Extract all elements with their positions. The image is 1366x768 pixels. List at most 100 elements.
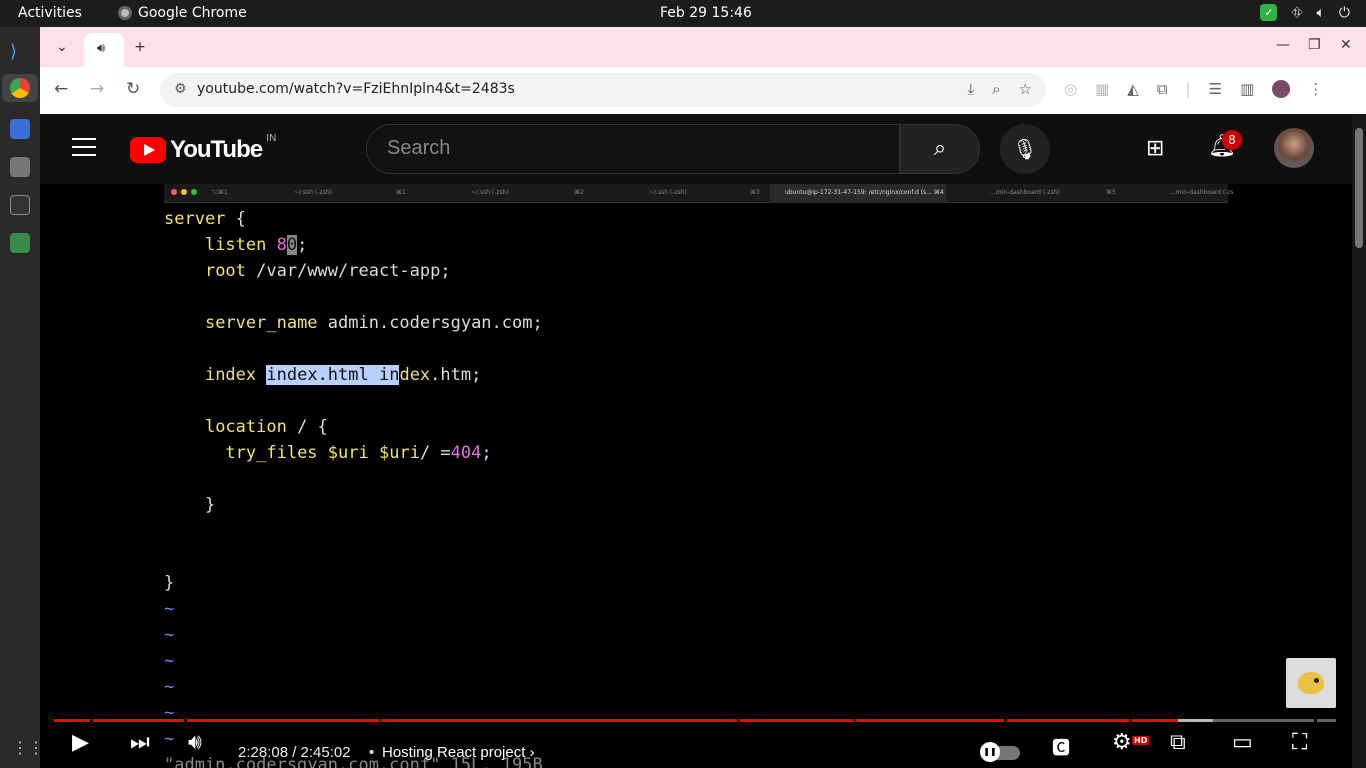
media-control-icon[interactable]: ☰ — [1209, 80, 1222, 98]
code-token: dex. — [399, 365, 441, 385]
extensions-puzzle-icon[interactable]: ⧉ — [1157, 80, 1168, 98]
code-token: ; — [481, 443, 492, 463]
microphone-icon: 🎙︎ — [1012, 137, 1038, 161]
next-video-icon[interactable]: ⏭ — [130, 730, 150, 755]
code-token: admin.codersgyan.com; — [317, 313, 543, 333]
chrome-dock-icon[interactable] — [10, 78, 30, 98]
forward-icon[interactable]: → — [90, 79, 104, 99]
minimize-dot — [181, 189, 187, 195]
back-icon[interactable]: ← — [54, 79, 68, 99]
bookmark-star-icon[interactable]: ☆ — [1019, 80, 1032, 98]
restore-icon[interactable]: ❐ — [1308, 37, 1321, 53]
account-avatar[interactable] — [1274, 128, 1314, 168]
chapter-marker — [1314, 719, 1317, 722]
app-menu[interactable]: Google Chrome — [118, 5, 247, 21]
notification-count-badge: 8 — [1222, 130, 1242, 150]
tab-search-chevron-icon[interactable]: ⌄ — [48, 35, 76, 59]
code-token: ; — [297, 235, 308, 255]
code-token: $uri — [379, 443, 420, 463]
install-app-icon[interactable]: ⤓ — [968, 80, 975, 98]
terminal-tab: ⌥⌘1 — [211, 189, 228, 196]
clock[interactable]: Feb 29 15:46 — [660, 5, 752, 21]
hamburger-menu-icon[interactable] — [72, 138, 96, 156]
chapter-marker — [1129, 719, 1132, 722]
code-token: / = — [419, 443, 451, 463]
code-token: root — [204, 261, 246, 281]
side-panel-icon[interactable]: ▥ — [1240, 80, 1254, 98]
search-input[interactable] — [387, 137, 867, 160]
code-token: 8 — [276, 235, 287, 255]
profile-avatar-icon[interactable] — [1272, 80, 1291, 98]
trash-icon[interactable] — [10, 233, 30, 253]
chrome-menu-icon[interactable]: ⋮ — [1308, 80, 1323, 98]
chapter-marker — [90, 719, 93, 722]
url-text[interactable]: youtube.com/watch?v=FziEhnIpln4&t=2483s — [197, 81, 515, 97]
youtube-wordmark: YouTube — [170, 136, 263, 163]
zoom-icon[interactable]: ⌕ — [992, 80, 1000, 98]
terminal-tab: ~/.ssh (-zsh) — [649, 189, 687, 196]
volume-button-icon[interactable]: 🔊︎ — [188, 730, 202, 755]
chrome-toolbar: ← → ↻ ⚙ youtube.com/watch?v=FziEhnIpln4&… — [40, 67, 1366, 114]
chrome-icon — [118, 6, 132, 20]
terminal-tab: ⌘1 — [396, 189, 406, 196]
reload-icon[interactable]: ↻ — [126, 79, 140, 99]
youtube-logo[interactable]: YouTube IN — [130, 133, 277, 164]
create-video-icon[interactable]: ⊞ — [1146, 136, 1164, 161]
terminal-tab-active: ubuntu@ip-172-31-47-159: /etc/nginx/conf… — [785, 189, 944, 196]
activities-button[interactable]: Activities — [18, 5, 82, 21]
security-shield-icon[interactable]: ✓ — [1260, 4, 1278, 21]
extensions-area: ◎ ▦ ◭ ⧉ | ☰ ▥ ⋮ — [1064, 80, 1324, 98]
autoplay-toggle[interactable] — [980, 742, 1020, 762]
chapter-title-button[interactable]: Hosting React project › — [382, 744, 535, 761]
extension-icon-2[interactable]: ▦ — [1095, 80, 1109, 98]
voice-search-button[interactable]: 🎙︎ — [1000, 124, 1050, 174]
vscode-icon[interactable]: ⟩ — [10, 41, 30, 62]
system-top-bar: Activities Google Chrome Feb 29 15:46 ✓ … — [0, 0, 1366, 27]
terminal-tab: ⌘5 — [1106, 189, 1116, 196]
extension-icon-3[interactable]: ◭ — [1127, 80, 1139, 98]
fullscreen-icon[interactable]: ⛶ — [1292, 730, 1307, 755]
extension-icon-1[interactable]: ◎ — [1064, 80, 1077, 98]
files-icon[interactable] — [10, 157, 30, 177]
video-player[interactable]: ⌥⌘1 ~/.ssh (-zsh) ⌘1 ~/.ssh (-zsh) ⌘2 ~/… — [40, 184, 1352, 768]
search-box[interactable] — [366, 124, 900, 174]
terminal-tab: ~/.ssh (-zsh) — [471, 189, 509, 196]
vim-empty-line: ~ — [164, 677, 175, 697]
chrome-tab-strip: ⌄ 🔊︎ + — ❐ ✕ — [40, 27, 1366, 67]
terminal-tab: ⌘2 — [574, 189, 584, 196]
close-window-icon[interactable]: ✕ — [1340, 37, 1352, 53]
miniplayer-icon[interactable]: ⧉ — [1170, 730, 1186, 755]
page-scrollbar[interactable] — [1352, 114, 1366, 768]
text-editor-icon[interactable] — [10, 119, 30, 139]
vim-empty-line: ~ — [164, 625, 175, 645]
code-token: /var/www/react-app; — [245, 261, 451, 281]
network-icon: ⛗ — [1291, 4, 1303, 21]
terminal-tab: ~/.ssh (-zsh) — [294, 189, 332, 196]
chapter-marker — [853, 719, 856, 722]
terminal-icon[interactable] — [10, 195, 30, 215]
youtube-header: YouTube IN ⌕ 🎙︎ ⊞ 🔔︎ 8 — [40, 114, 1352, 184]
channel-watermark-bird-icon[interactable] — [1286, 658, 1336, 708]
volume-icon: 🔈︎ — [1316, 4, 1325, 21]
tab-youtube[interactable]: 🔊︎ — [84, 33, 124, 67]
new-tab-button[interactable]: + — [126, 35, 154, 59]
scrollbar-thumb[interactable] — [1355, 128, 1363, 248]
system-tray[interactable]: ✓ ⛗ 🔈︎ ⏻ — [1260, 4, 1350, 21]
app-name: Google Chrome — [138, 5, 247, 21]
code-token: server_name — [204, 313, 318, 333]
code-token: { — [225, 209, 246, 229]
progress-bar[interactable] — [54, 719, 1336, 722]
chapter-separator: • — [369, 744, 375, 761]
minimize-icon[interactable]: — — [1276, 37, 1290, 53]
search-button[interactable]: ⌕ — [900, 124, 980, 174]
theater-mode-icon[interactable]: ▭ — [1232, 730, 1253, 755]
play-button-icon[interactable]: ▶ — [72, 730, 89, 755]
settings-gear-icon[interactable]: ⚙ — [1112, 730, 1132, 755]
time-display: 2:28:08 / 2:45:02 — [238, 744, 351, 761]
vim-empty-line: ~ — [164, 651, 175, 671]
site-info-icon[interactable]: ⚙ — [174, 81, 187, 97]
subtitles-cc-icon[interactable]: 🅲 — [1052, 734, 1070, 760]
address-bar[interactable]: ⚙ youtube.com/watch?v=FziEhnIpln4&t=2483… — [160, 73, 1046, 107]
code-token: listen — [204, 235, 267, 255]
chapter-marker — [379, 719, 382, 722]
